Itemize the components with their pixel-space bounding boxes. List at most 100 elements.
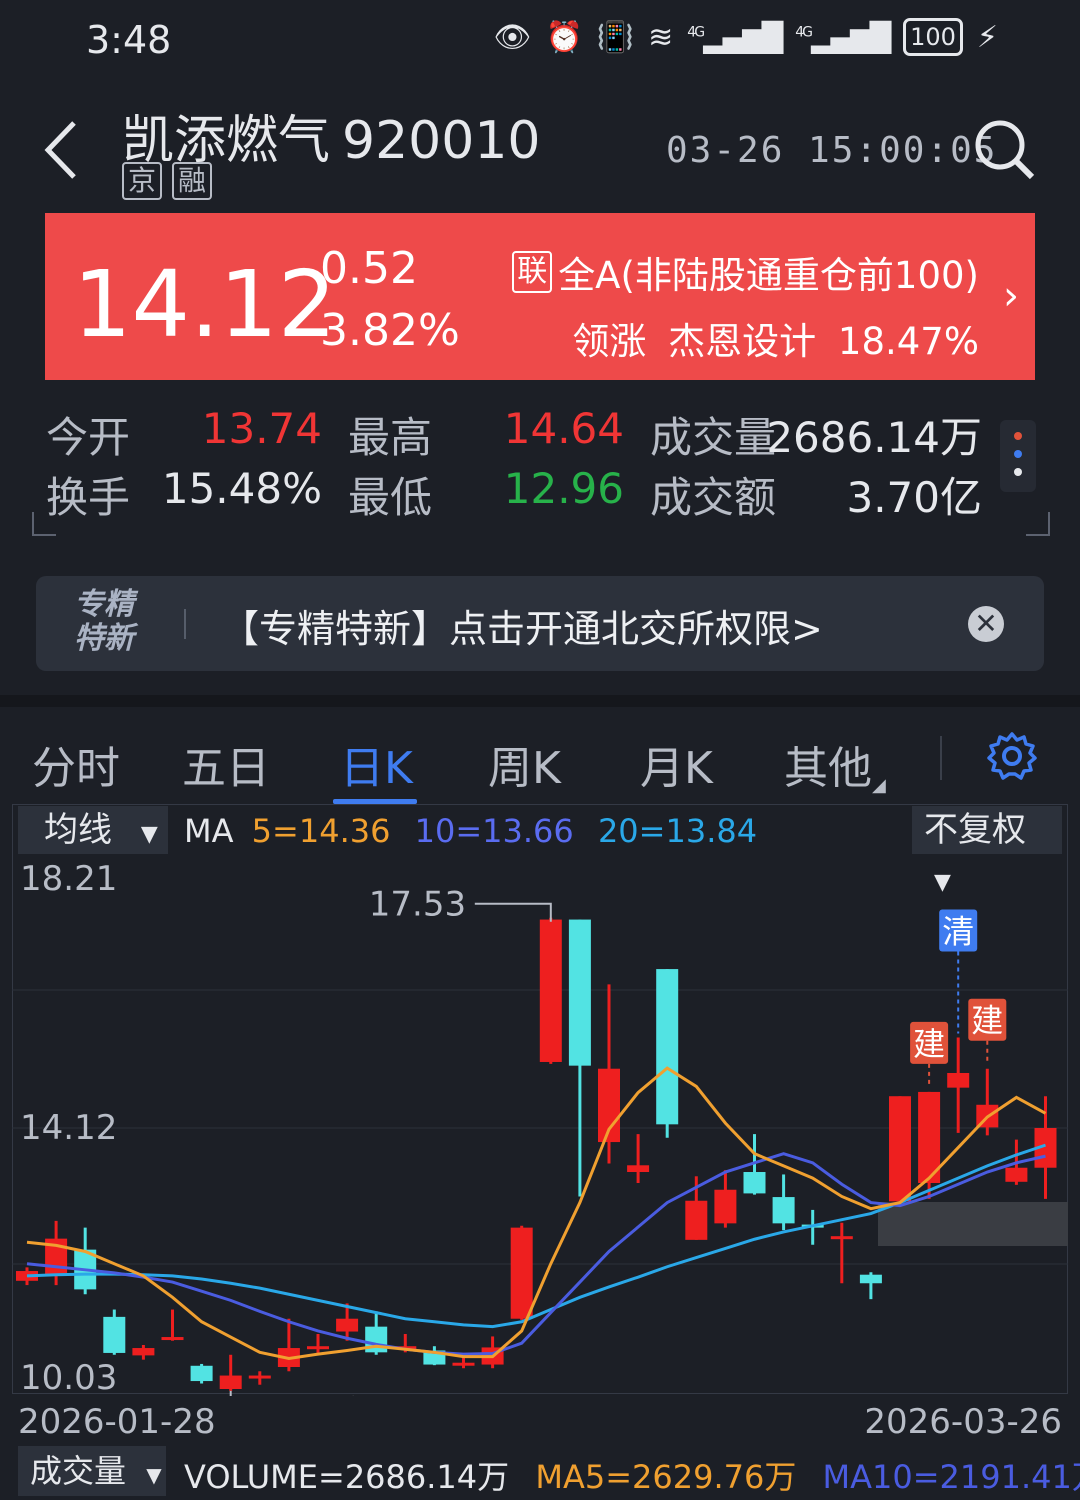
ma-prefix: MA (184, 812, 234, 850)
lead-stock: 杰恩设计 (668, 320, 817, 363)
tab-separator (940, 736, 942, 780)
turnover-value: 15.48% (161, 464, 322, 513)
y-label-top: 18.21 (20, 859, 117, 899)
candle-body (627, 1165, 650, 1173)
stock-tags: 京 融 (122, 162, 213, 200)
banner-text: 【专精特新】点击开通北交所权限> (221, 607, 823, 651)
chevron-left-icon (44, 121, 76, 179)
banner-divider (184, 609, 186, 639)
trade-mark-label: 建 (971, 1002, 1003, 1040)
index-leader: 领涨 杰恩设计 18.47% (572, 311, 979, 365)
corner-mark-right (1026, 512, 1050, 536)
corner-triangle-icon: ◢ (872, 775, 886, 796)
last-price: 14.12 (73, 251, 337, 358)
volume-label: 成交量 (650, 413, 777, 462)
alarm-icon: ⏰ (545, 19, 583, 55)
max-price-label: 17.53 (369, 885, 466, 925)
index-badge: 联 (512, 251, 553, 293)
status-time: 3:48 (86, 18, 172, 62)
charging-icon: ⚡ (976, 19, 998, 55)
tab-weekly-k[interactable]: 周K (488, 732, 561, 796)
volume-reading: VOLUME=2686.14万 (184, 1458, 510, 1496)
ma-dropdown[interactable]: 均线 ▼ (18, 806, 168, 854)
volume-values: VOLUME=2686.14万 MA5=2629.76万 MA10=2191.4… (184, 1452, 1080, 1498)
high-value: 14.64 (503, 404, 624, 453)
settings-button[interactable] (986, 730, 1038, 782)
candle-body (248, 1375, 271, 1379)
candle-body (568, 919, 591, 1066)
candle-body (830, 1236, 853, 1240)
min-price-label: 10.71 (321, 1390, 418, 1396)
candle-body (889, 1096, 911, 1202)
price-change: 0.52 (320, 243, 418, 294)
low-value: 12.96 (503, 464, 624, 513)
battery-icon: 100 (903, 18, 963, 56)
eye-icon: 👁 (493, 19, 532, 55)
candle-body (743, 1172, 766, 1194)
back-button[interactable] (38, 115, 88, 185)
gear-icon (987, 732, 1037, 780)
banner-logo-line2: 特新 (74, 621, 134, 656)
candle-body (772, 1197, 795, 1224)
tab-intraday[interactable]: 分时 (32, 732, 120, 796)
chart-tabs: 分时 五日 日K 周K 月K 其他◢ (0, 708, 1080, 804)
corner-mark-left (32, 512, 56, 536)
ma5-value: 5=14.36 (251, 812, 391, 850)
chevron-right-icon[interactable]: › (1003, 273, 1019, 319)
volume-value: 2686.14万 (766, 413, 982, 462)
stock-code: 920010 (342, 111, 541, 171)
banner-logo-line1: 专精 (74, 587, 134, 622)
price-change-pct: 3.82% (320, 305, 460, 356)
tab-other[interactable]: 其他◢ (784, 732, 886, 796)
amount-label: 成交额 (650, 473, 777, 522)
promo-banner[interactable]: 专精 特新 【专精特新】点击开通北交所权限> ✕ (36, 576, 1044, 671)
tag-margin: 融 (172, 162, 213, 200)
turnover-label: 换手 (46, 473, 131, 522)
candle-body (219, 1375, 242, 1390)
lead-pct: 18.47% (837, 320, 979, 363)
candle-body (103, 1316, 126, 1353)
candle-body (714, 1189, 737, 1224)
search-button[interactable] (970, 115, 1040, 185)
volume-ma5: MA5=2629.76万 (535, 1458, 797, 1496)
candle-body (510, 1227, 533, 1319)
volume-ma10: MA10=2191.41万 (822, 1458, 1080, 1496)
more-stats-button[interactable] (1000, 420, 1036, 492)
adjust-dropdown[interactable]: 不复权 ▼ (912, 806, 1062, 895)
candle-body (656, 969, 679, 1125)
quote-timestamp: 03-26 15:00:05 (666, 130, 998, 171)
candle-body (161, 1337, 184, 1341)
adjust-dropdown-label: 不复权 (924, 810, 1026, 850)
trade-mark-label: 清 (942, 913, 974, 951)
tab-five-day[interactable]: 五日 (182, 732, 270, 796)
amount-value: 3.70亿 (846, 473, 982, 522)
indicator-dropdown[interactable]: 成交量 ▼ (18, 1446, 166, 1496)
tab-monthly-k[interactable]: 月K (640, 732, 713, 796)
related-index[interactable]: 联 全A(非陆股通重仓前100) (512, 245, 979, 299)
candle-body (190, 1365, 213, 1382)
date-end: 2026-03-26 (864, 1402, 1062, 1442)
candle-body (336, 1318, 359, 1332)
high-label: 最高 (348, 413, 433, 462)
signal-icon-2: 4G▂▄▆█ (795, 20, 891, 54)
caret-down-icon: ▼ (146, 1463, 162, 1487)
vibrate-icon: 📳 (596, 19, 635, 55)
ma-dropdown-label: 均线 (44, 810, 112, 850)
tag-bj: 京 (122, 162, 163, 200)
section-divider (0, 695, 1080, 707)
indicator-dropdown-label: 成交量 (30, 1452, 127, 1490)
price-card[interactable]: 14.12 0.52 3.82% 联 全A(非陆股通重仓前100) 领涨 杰恩设… (45, 213, 1035, 380)
tab-daily-k[interactable]: 日K (340, 732, 413, 796)
ma10-value: 10=13.66 (414, 812, 574, 850)
status-icons: 👁 ⏰ 📳 ≋ 4G▂▄▆█ 4G▂▄▆█ 100 ⚡ (493, 18, 998, 56)
search-icon (975, 120, 1035, 180)
wifi-icon: ≋ (648, 19, 674, 55)
min-pointer (229, 1390, 232, 1396)
kline-chart[interactable]: 17.53 10.71 建 清建 18.21 14.12 10.03 (0, 856, 1080, 1396)
candle-body (132, 1348, 155, 1356)
close-icon[interactable]: ✕ (968, 606, 1004, 642)
ma20-value: 20=13.84 (597, 812, 758, 850)
ma-values: MA 5=14.36 10=13.66 20=13.84 (184, 812, 757, 850)
max-pointer (474, 902, 552, 922)
open-label: 今开 (46, 413, 131, 462)
